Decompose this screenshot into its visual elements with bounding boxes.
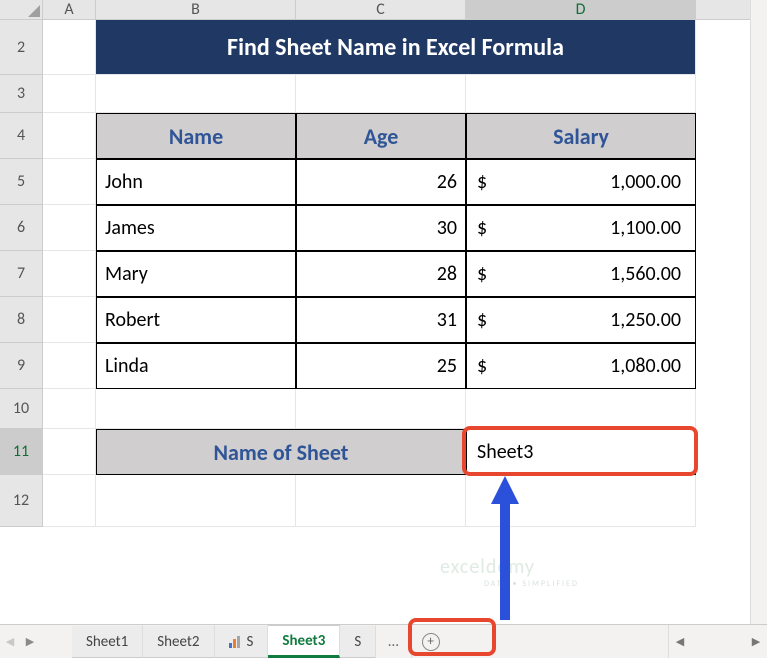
row-header-9[interactable]: 9 [0,343,43,389]
cell-age-2[interactable]: 28 [296,251,466,297]
salary-value-3: 1,250.00 [610,308,687,332]
salary-value-4: 1,080.00 [610,354,687,378]
tab-nav-next[interactable]: ▶ [20,625,40,658]
vertical-scrollbar[interactable] [750,0,767,624]
col-header-C[interactable]: C [296,0,466,20]
cell-D12[interactable] [466,475,696,527]
name-of-sheet-label[interactable]: Name of Sheet [96,429,466,475]
horizontal-scrollbar[interactable]: ◀ ▶ [668,625,767,658]
col-header-D[interactable]: D [466,0,696,20]
col-header-B[interactable]: B [96,0,296,20]
col-header-A[interactable]: A [43,0,96,20]
tab-nav-prev[interactable]: ◀ [0,625,20,658]
row-header-3[interactable]: 3 [0,75,43,113]
cell-B3[interactable] [96,75,296,113]
cell-A3[interactable] [43,75,96,113]
tab-partial-label: S [354,633,361,651]
tab-sheet1[interactable]: Sheet1 [72,625,143,658]
cell-age-4[interactable]: 25 [296,343,466,389]
cell-salary-2[interactable]: $ 1,560.00 [466,251,696,297]
cell-salary-1[interactable]: $ 1,100.00 [466,205,696,251]
tab-overflow[interactable]: … [376,625,411,658]
cell-name-0[interactable]: John [96,159,296,205]
cell-name-1[interactable]: James [96,205,296,251]
cell-A4[interactable] [43,113,96,159]
row-header-10[interactable]: 10 [0,389,43,429]
cell-B12[interactable] [96,475,296,527]
tab-sheet3[interactable]: Sheet3 [268,625,340,658]
plus-icon: + [422,633,440,651]
spreadsheet-grid: A B C D 2 Find Sheet Name in Excel Formu… [0,0,767,527]
cell-salary-3[interactable]: $ 1,250.00 [466,297,696,343]
cell-age-3[interactable]: 31 [296,297,466,343]
currency-symbol: $ [475,216,487,240]
currency-symbol: $ [475,308,487,332]
cell-B10[interactable] [96,389,296,429]
scroll-right-button[interactable]: ▶ [745,625,767,658]
cell-salary-0[interactable]: $ 1,000.00 [466,159,696,205]
tab-sheet2[interactable]: Sheet2 [143,625,214,658]
cell-A5[interactable] [43,159,96,205]
salary-value-0: 1,000.00 [610,170,687,194]
select-all-corner[interactable] [0,0,43,20]
row-header-11[interactable]: 11 [0,429,43,475]
currency-symbol: $ [475,262,487,286]
tab-sheet-chart[interactable]: S [215,625,269,658]
watermark-main: exceldemy [440,555,535,579]
watermark-sub: DATA • SIMPLIFIED [484,579,579,589]
cell-name-2[interactable]: Mary [96,251,296,297]
table-header-name[interactable]: Name [96,113,296,159]
add-sheet-button[interactable]: + [412,625,450,658]
row-header-4[interactable]: 4 [0,113,43,159]
cell-C10[interactable] [296,389,466,429]
salary-value-2: 1,560.00 [610,262,687,286]
cell-D3[interactable] [466,75,696,113]
cell-C12[interactable] [296,475,466,527]
cell-A6[interactable] [43,205,96,251]
cell-A12[interactable] [43,475,96,527]
cell-A10[interactable] [43,389,96,429]
cell-A9[interactable] [43,343,96,389]
cell-A7[interactable] [43,251,96,297]
currency-symbol: $ [475,170,487,194]
row-header-7[interactable]: 7 [0,251,43,297]
scroll-track[interactable] [691,625,745,658]
row-header-2[interactable]: 2 [0,20,43,75]
currency-symbol: $ [475,354,487,378]
tab-chart-label: S [247,633,254,651]
table-header-age[interactable]: Age [296,113,466,159]
scroll-left-button[interactable]: ◀ [669,625,691,658]
row-header-5[interactable]: 5 [0,159,43,205]
cell-A8[interactable] [43,297,96,343]
cell-name-4[interactable]: Linda [96,343,296,389]
cell-A11[interactable] [43,429,96,475]
sheet-tab-bar: ◀ ▶ Sheet1 Sheet2 S Sheet3 S … + ◀ ▶ [0,624,767,658]
chart-icon [229,636,243,648]
cell-A2[interactable] [43,20,96,75]
salary-value-1: 1,100.00 [610,216,687,240]
sheet-name-result-cell[interactable]: Sheet3 [466,429,696,475]
cell-age-0[interactable]: 26 [296,159,466,205]
cell-C3[interactable] [296,75,466,113]
cell-salary-4[interactable]: $ 1,080.00 [466,343,696,389]
row-header-8[interactable]: 8 [0,297,43,343]
title-merged[interactable]: Find Sheet Name in Excel Formula [96,20,696,75]
watermark: exceldemy DATA • SIMPLIFIED [440,555,579,589]
cell-age-1[interactable]: 30 [296,205,466,251]
cell-name-3[interactable]: Robert [96,297,296,343]
tab-sheet-partial[interactable]: S [340,625,376,658]
row-header-12[interactable]: 12 [0,475,43,527]
row-header-6[interactable]: 6 [0,205,43,251]
table-header-salary[interactable]: Salary [466,113,696,159]
cell-D10[interactable] [466,389,696,429]
